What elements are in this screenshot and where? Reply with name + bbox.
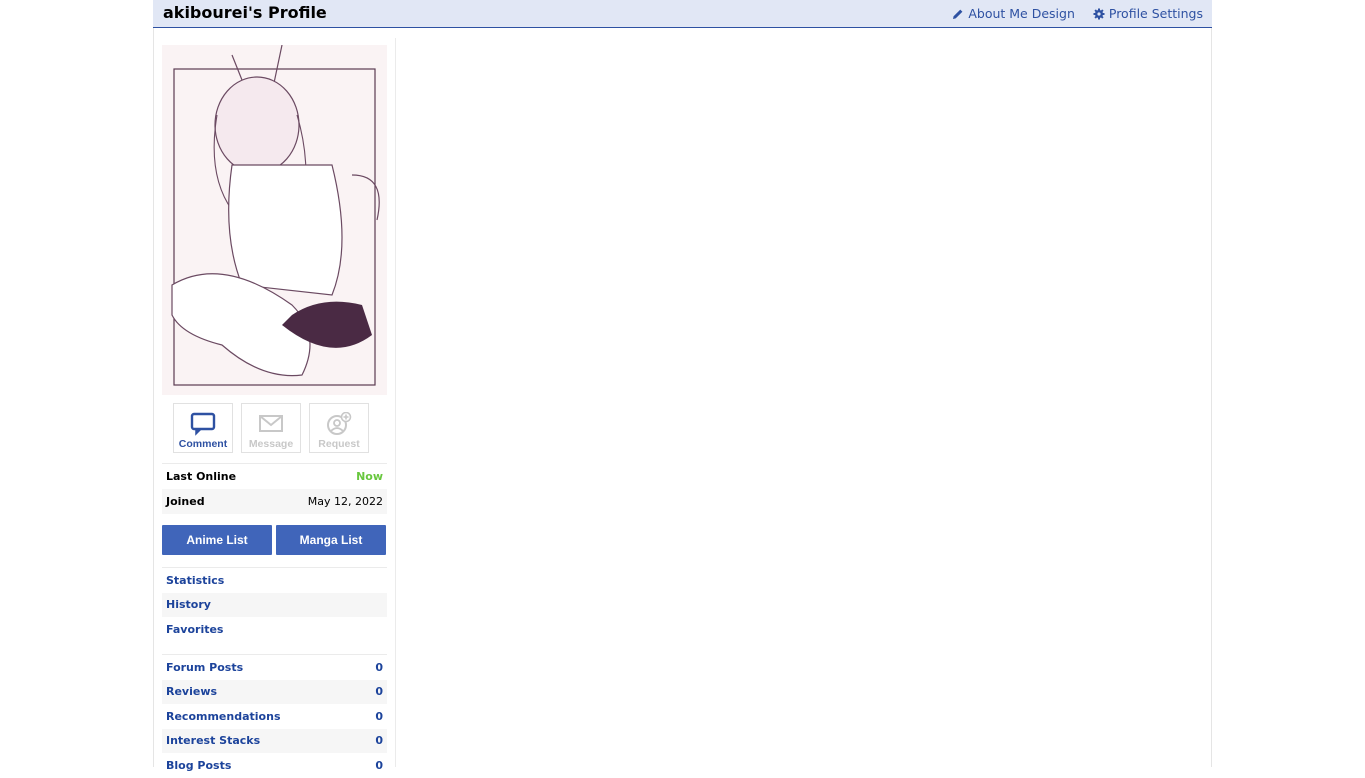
stat-value: 0: [375, 758, 383, 772]
stat-label: Reviews: [166, 685, 218, 699]
stat-forum-posts[interactable]: Forum Posts 0: [162, 655, 387, 680]
stat-label: Blog Posts: [166, 758, 232, 772]
stat-label: Recommendations: [166, 709, 281, 723]
request-icon: [327, 412, 352, 435]
request-button[interactable]: Request: [309, 403, 369, 453]
joined-label: Joined: [166, 495, 205, 508]
stat-recommendations[interactable]: Recommendations 0: [162, 704, 387, 729]
last-online-row: Last Online Now: [162, 464, 387, 489]
nav-statistics[interactable]: Statistics: [162, 568, 387, 593]
stat-value: 0: [375, 660, 383, 674]
stat-value: 0: [375, 734, 383, 748]
sidebar-divider: [395, 38, 396, 767]
message-label: Message: [248, 438, 294, 450]
request-label: Request: [318, 438, 360, 450]
joined-value: May 12, 2022: [307, 495, 383, 508]
pencil-icon: [953, 9, 963, 19]
stat-label: Interest Stacks: [166, 734, 261, 748]
nav-favorites[interactable]: Favorites: [162, 617, 387, 642]
anime-list-button[interactable]: Anime List: [162, 525, 272, 555]
stat-blog-posts[interactable]: Blog Posts 0: [162, 753, 387, 778]
stat-label: Forum Posts: [166, 660, 244, 674]
manga-list-button[interactable]: Manga List: [276, 525, 386, 555]
stat-value: 0: [375, 709, 383, 723]
list-buttons: Anime List Manga List: [162, 525, 386, 555]
user-status: Last Online Now Joined May 12, 2022: [162, 463, 387, 514]
stat-reviews[interactable]: Reviews 0: [162, 679, 387, 704]
gear-icon: [1093, 8, 1105, 19]
joined-row: Joined May 12, 2022: [162, 489, 387, 514]
avatar: [162, 45, 387, 395]
header-links: About Me Design Profile Settings: [952, 6, 1203, 21]
page-title: akibourei's Profile: [163, 3, 327, 22]
stat-value: 0: [375, 685, 383, 699]
message-icon: [259, 415, 283, 432]
profile-actions: Comment Message Request: [173, 403, 369, 453]
profile-settings-label: Profile Settings: [1108, 6, 1203, 21]
profile-header: akibourei's Profile About Me Design Prof…: [153, 0, 1212, 28]
last-online-value: Now: [356, 470, 383, 483]
about-me-design-label: About Me Design: [968, 6, 1075, 21]
profile-settings-link[interactable]: Profile Settings: [1093, 6, 1203, 21]
comment-icon: [190, 412, 216, 436]
profile-nav: Statistics History Favorites: [162, 567, 387, 642]
stat-interest-stacks[interactable]: Interest Stacks 0: [162, 728, 387, 753]
last-online-label: Last Online: [166, 470, 237, 483]
nav-history[interactable]: History: [162, 592, 387, 617]
about-me-design-link[interactable]: About Me Design: [952, 6, 1075, 21]
comment-label: Comment: [178, 438, 228, 450]
message-button[interactable]: Message: [241, 403, 301, 453]
activity-stats: Forum Posts 0 Reviews 0 Recommendations …: [162, 654, 387, 778]
comment-button[interactable]: Comment: [173, 403, 233, 453]
